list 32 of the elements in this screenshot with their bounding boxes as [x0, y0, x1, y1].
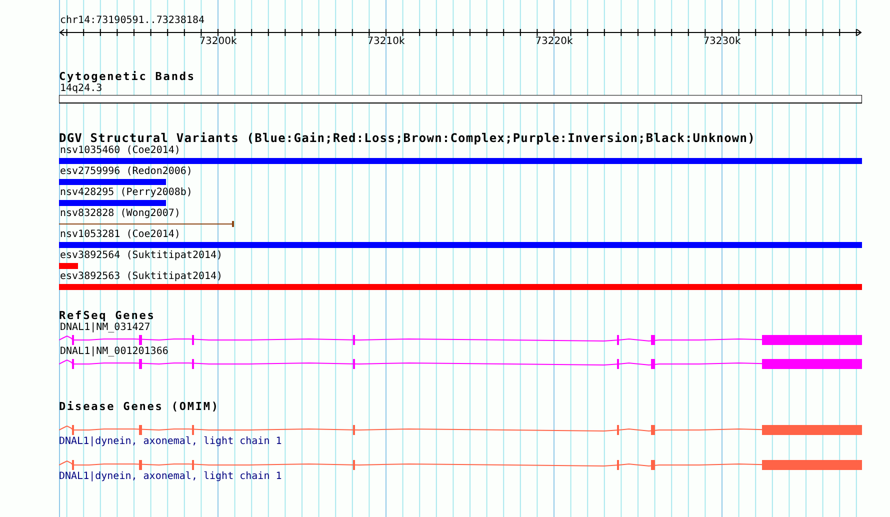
variant-label: nsv832828 (Wong2007) [59, 208, 180, 220]
variant-bar[interactable] [59, 284, 862, 290]
disease-gene-label: DNAL1|dynein, axonemal, light chain 1 [59, 436, 282, 448]
band-label: 14q24.3 [59, 83, 102, 95]
variant-label: nsv1053281 (Coe2014) [59, 229, 180, 241]
variant-bar[interactable] [59, 158, 862, 164]
track-title: Disease Genes (OMIM) [59, 400, 220, 413]
variant-bar[interactable] [59, 200, 166, 206]
gene-model[interactable] [59, 460, 862, 470]
gene-model[interactable] [59, 425, 862, 435]
track-title: DGV Structural Variants (Blue:Gain;Red:Loss;Brown:Complex;Purple:Inversion;Black:Unknown) [59, 132, 756, 145]
ruler-tick-label: 73200k [199, 36, 237, 47]
variant-bar[interactable] [59, 242, 862, 248]
region-label: chr14:73190591..73238184 [59, 14, 204, 27]
variant-bar[interactable] [59, 179, 166, 185]
ruler-tick-label: 73230k [703, 36, 741, 47]
variant-span[interactable] [59, 221, 234, 227]
transcript-label: DNAL1|NM_001201366 [59, 346, 168, 358]
variant-bar[interactable] [59, 263, 78, 269]
variant-label: esv2759996 (Redon2006) [59, 166, 192, 178]
track-title: RefSeq Genes [59, 309, 156, 322]
variant-label: esv3892563 (Suktitipat2014) [59, 271, 223, 283]
transcript-label: DNAL1|NM_031427 [59, 322, 150, 334]
variant-label: nsv428295 (Perry2008b) [59, 187, 192, 199]
ruler-tick-label: 73210k [367, 36, 405, 47]
gene-model[interactable] [59, 335, 862, 345]
ruler-tick-label: 73220k [535, 36, 573, 47]
gene-model[interactable] [59, 359, 862, 369]
disease-gene-label: DNAL1|dynein, axonemal, light chain 1 [59, 471, 282, 483]
variant-label: nsv1035460 (Coe2014) [59, 145, 180, 157]
variant-label: esv3892564 (Suktitipat2014) [59, 250, 223, 262]
track-title: Cytogenetic Bands [59, 70, 196, 83]
